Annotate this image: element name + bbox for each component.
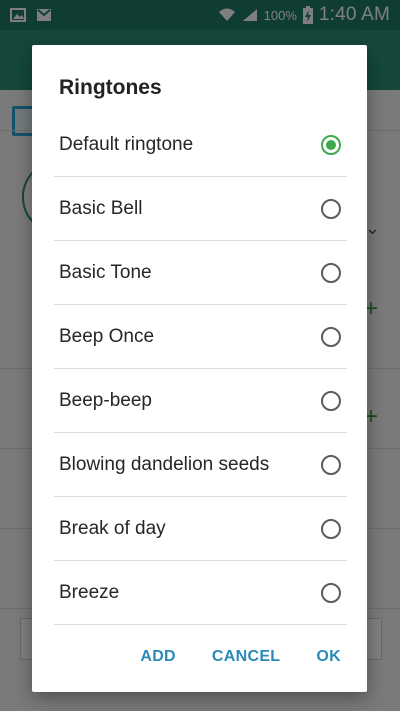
ringtone-option-default-ringtone[interactable]: Default ringtone [54,113,347,177]
radio-unchecked-icon[interactable] [321,518,341,539]
ok-button[interactable]: OK [316,648,341,666]
ringtone-label: Beep-beep [59,389,152,411]
ringtone-option-blowing-dandelion-seeds[interactable]: Blowing dandelion seeds [54,433,347,497]
ringtone-label: Default ringtone [59,133,194,155]
radio-unchecked-icon[interactable] [321,582,341,603]
ringtone-label: Basic Bell [59,197,143,219]
radio-unchecked-icon[interactable] [321,326,341,347]
add-button[interactable]: ADD [140,648,176,666]
ringtone-option-basic-bell[interactable]: Basic Bell [54,177,347,241]
ringtone-label: Basic Tone [59,261,152,283]
dialog-title: Ringtones [59,76,162,99]
ringtone-option-beep-once[interactable]: Beep Once [54,305,347,369]
ringtone-label: Break of day [59,517,166,539]
radio-unchecked-icon[interactable] [321,454,341,475]
dialog-actions: ADD CANCEL OK [140,642,367,672]
ringtone-option-beep-beep[interactable]: Beep-beep [54,369,347,433]
cancel-button[interactable]: CANCEL [212,648,280,666]
radio-unchecked-icon[interactable] [321,262,341,283]
radio-unchecked-icon[interactable] [321,390,341,411]
ringtone-option-breeze[interactable]: Breeze [54,561,347,625]
ringtone-list: Default ringtone Basic Bell Basic Tone B… [32,113,367,625]
radio-checked-icon[interactable] [321,134,341,155]
ringtone-label: Breeze [59,581,120,603]
radio-unchecked-icon[interactable] [321,198,341,219]
ringtone-label: Beep Once [59,325,155,347]
ringtone-option-basic-tone[interactable]: Basic Tone [54,241,347,305]
ringtones-dialog: Ringtones Default ringtone Basic Bell Ba… [32,45,367,692]
ringtone-option-break-of-day[interactable]: Break of day [54,497,347,561]
ringtone-label: Blowing dandelion seeds [59,453,270,475]
